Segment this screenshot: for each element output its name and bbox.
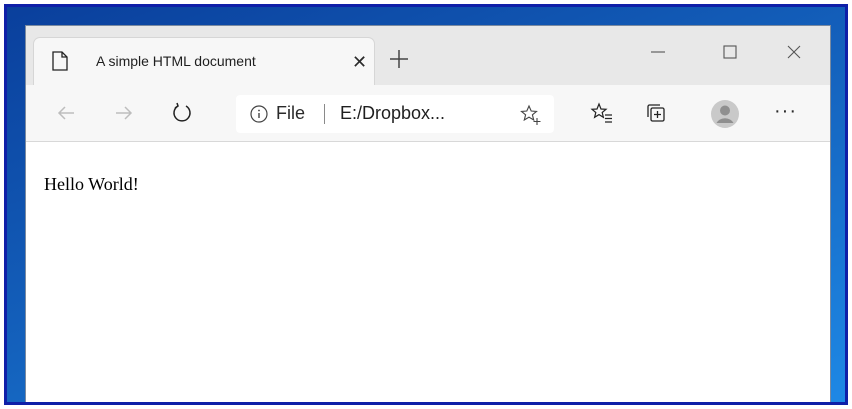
page-body-text: Hello World!: [44, 174, 139, 194]
avatar[interactable]: [710, 99, 740, 129]
page-content: Hello World!: [26, 142, 830, 402]
arrow-right-icon[interactable]: [112, 101, 136, 125]
window-close-icon[interactable]: [782, 40, 806, 64]
star-plus-icon[interactable]: [520, 104, 542, 126]
arrow-left-icon[interactable]: [54, 101, 78, 125]
address-separator: [324, 104, 325, 124]
minimize-icon[interactable]: [646, 40, 670, 64]
desktop-frame: A simple HTML document ✕ File E:/Dropbox…: [4, 4, 848, 405]
browser-window: A simple HTML document ✕ File E:/Dropbox…: [26, 26, 830, 402]
close-icon[interactable]: ✕: [352, 52, 367, 73]
new-tab-icon[interactable]: [388, 48, 410, 70]
favorites-list-icon[interactable]: [590, 101, 614, 125]
refresh-icon[interactable]: [170, 101, 194, 125]
page-icon: [52, 51, 68, 71]
more-options-icon[interactable]: ···: [774, 100, 797, 123]
maximize-icon[interactable]: [718, 40, 742, 64]
info-icon[interactable]: [249, 104, 269, 124]
tab-title: A simple HTML document: [96, 53, 256, 69]
address-url[interactable]: E:/Dropbox...: [340, 103, 445, 124]
address-bar[interactable]: File E:/Dropbox...: [236, 95, 554, 133]
tab-active[interactable]: A simple HTML document ✕: [34, 38, 374, 85]
address-scheme-label: File: [276, 103, 306, 123]
tab-strip: A simple HTML document ✕: [26, 26, 830, 85]
toolbar: File E:/Dropbox... ···: [26, 85, 830, 142]
collections-icon[interactable]: [644, 101, 668, 125]
